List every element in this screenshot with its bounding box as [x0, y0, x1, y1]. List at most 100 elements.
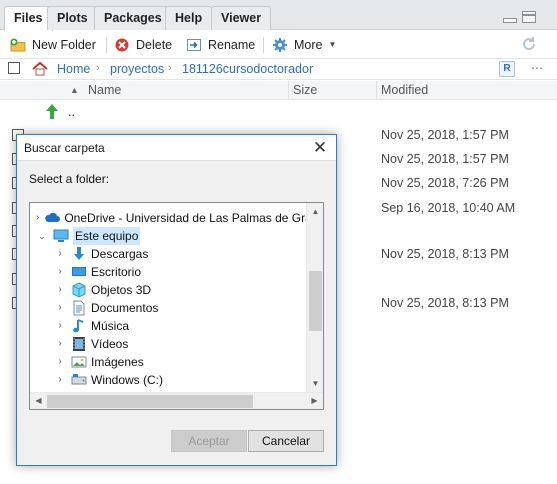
chevron-right-icon[interactable]: › [36, 209, 39, 227]
maximize-pane-button[interactable] [522, 11, 536, 23]
new-folder-icon [10, 37, 26, 53]
accept-button[interactable]: Aceptar [171, 430, 247, 452]
tab-label: Plots [57, 11, 88, 25]
chevron-right-icon[interactable]: › [54, 281, 66, 299]
chevron-right-icon[interactable]: › [54, 263, 66, 281]
up-arrow-icon [44, 103, 60, 121]
parent-directory-label: .. [68, 105, 75, 119]
dialog-title: Buscar carpeta [24, 141, 105, 155]
column-divider [288, 81, 289, 100]
tree-item-label: Objetos 3D [91, 283, 152, 297]
chevron-right-icon[interactable]: › [54, 371, 66, 389]
image-icon [71, 354, 87, 370]
file-row-modified: Nov 25, 2018, 8:13 PM [381, 247, 509, 261]
tree-item-objetos-3d[interactable]: › Objetos 3D [54, 281, 151, 299]
breadcrumb-home[interactable]: Home [57, 62, 90, 76]
cloud-icon [44, 210, 61, 226]
r-project-icon[interactable]: R [499, 61, 515, 77]
home-icon[interactable] [32, 61, 48, 77]
drive-icon [71, 372, 87, 388]
tree-item-label: Documentos [91, 301, 159, 315]
tab-viewer[interactable]: Viewer [211, 6, 272, 30]
cancel-label: Cancelar [261, 434, 311, 448]
file-row-modified: Nov 25, 2018, 1:57 PM [381, 128, 509, 142]
overflow-icon[interactable]: ⋯ [531, 61, 543, 75]
dialog-title-bar: Buscar carpeta ✕ [17, 135, 336, 161]
video-icon [71, 336, 87, 352]
new-folder-button[interactable]: New Folder [10, 36, 96, 54]
chevron-right-icon[interactable]: › [54, 317, 66, 335]
file-row-modified: Nov 25, 2018, 8:13 PM [381, 296, 509, 310]
breadcrumb-separator-icon: › [168, 62, 172, 74]
scrollbar-thumb[interactable] [309, 271, 322, 331]
tab-help[interactable]: Help [165, 6, 213, 30]
refresh-icon[interactable] [521, 36, 537, 52]
delete-button[interactable]: Delete [114, 36, 172, 54]
tree-item-label: OneDrive - Universidad de Las Palmas de … [64, 211, 324, 225]
computer-icon [53, 228, 69, 244]
scroll-down-icon[interactable]: ▼ [307, 379, 323, 388]
folder-browse-dialog: Buscar carpeta ✕ Select a folder: › OneD… [16, 134, 337, 466]
select-all-checkbox[interactable] [8, 62, 20, 74]
parent-directory-row[interactable]: .. [0, 101, 557, 124]
tree-item-label: Escritorio [91, 265, 142, 279]
tree-item-videos[interactable]: › Vídeos [54, 335, 128, 353]
accept-label: Aceptar [188, 434, 230, 448]
tree-item-documentos[interactable]: › Documentos [54, 299, 158, 317]
folder-tree[interactable]: › OneDrive - Universidad de Las Palmas d… [29, 202, 324, 410]
tree-item-label: Vídeos [91, 337, 129, 351]
tree-item-musica[interactable]: › Música [54, 317, 129, 335]
scroll-left-icon[interactable]: ◀ [30, 396, 47, 405]
column-modified[interactable]: Modified [381, 83, 428, 97]
column-size[interactable]: Size [293, 83, 317, 97]
tree-item-este-equipo[interactable]: ⌄ Este equipo [36, 227, 141, 245]
download-icon [71, 246, 87, 262]
delete-icon [114, 37, 130, 53]
tree-item-descargas[interactable]: › Descargas [54, 245, 148, 263]
toolbar-divider [106, 37, 107, 53]
file-row-modified: Nov 25, 2018, 1:57 PM [381, 152, 509, 166]
scroll-up-icon[interactable]: ▲ [307, 207, 323, 216]
vertical-scrollbar[interactable]: ▲ ▼ [306, 203, 323, 392]
breadcrumb-current[interactable]: 181126cursodoctorador [182, 62, 313, 76]
scroll-right-icon[interactable]: ▶ [306, 396, 323, 405]
more-menu-button[interactable]: More ▼ [272, 36, 336, 54]
tab-packages[interactable]: Packages [94, 6, 172, 30]
tab-plots[interactable]: Plots [47, 6, 98, 30]
desktop-icon [71, 264, 87, 280]
rename-button[interactable]: Rename [186, 36, 255, 54]
tree-item-label: Windows (C:) [91, 373, 164, 387]
gear-icon [272, 37, 288, 53]
tree-item-escritorio[interactable]: › Escritorio [54, 263, 141, 281]
document-icon [71, 300, 87, 316]
chevron-right-icon[interactable]: › [54, 335, 66, 353]
minimize-pane-button[interactable] [503, 18, 517, 23]
tab-files[interactable]: Files [4, 6, 53, 31]
rename-label: Rename [208, 38, 256, 52]
close-icon[interactable]: ✕ [310, 138, 330, 158]
breadcrumb: Home › proyectos › 181126cursodoctorador… [0, 58, 557, 80]
horizontal-scrollbar[interactable]: ◀ ▶ [30, 392, 323, 409]
chevron-down-icon[interactable]: ⌄ [36, 227, 48, 245]
files-toolbar: New Folder Delete Rename More ▼ [0, 31, 557, 59]
tree-item-onedrive[interactable]: › OneDrive - Universidad de Las Palmas d… [36, 209, 323, 227]
column-name[interactable]: Name [88, 83, 121, 97]
cancel-button[interactable]: Cancelar [248, 430, 324, 452]
breadcrumb-proyectos[interactable]: proyectos [110, 62, 164, 76]
scrollbar-thumb[interactable] [47, 395, 253, 408]
more-label: More [294, 38, 323, 52]
tree-item-label: Descargas [91, 247, 149, 261]
chevron-right-icon[interactable]: › [54, 299, 66, 317]
delete-label: Delete [136, 38, 173, 52]
tree-item-imagenes[interactable]: › Imágenes [54, 353, 143, 371]
pane-tab-bar: Files Plots Packages Help Viewer [0, 0, 557, 31]
chevron-down-icon: ▼ [328, 40, 337, 49]
chevron-right-icon[interactable]: › [54, 353, 66, 371]
tree-item-windows-c[interactable]: › Windows (C:) [54, 371, 163, 389]
chevron-right-icon[interactable]: › [54, 245, 66, 263]
dialog-prompt: Select a folder: [29, 172, 110, 186]
column-divider [376, 81, 377, 100]
tab-label: Packages [104, 11, 162, 25]
breadcrumb-separator-icon: › [96, 62, 100, 74]
music-icon [71, 318, 87, 334]
